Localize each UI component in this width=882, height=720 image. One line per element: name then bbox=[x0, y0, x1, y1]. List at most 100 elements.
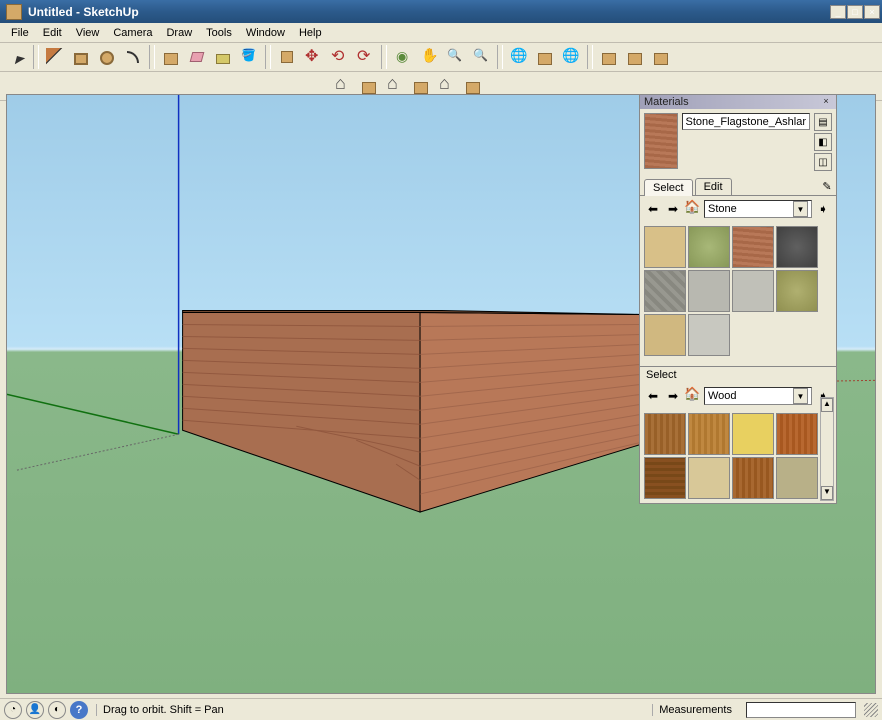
menu-window[interactable]: Window bbox=[239, 25, 292, 41]
material-swatch[interactable] bbox=[732, 270, 774, 312]
chevron-down-icon: ▼ bbox=[793, 388, 808, 404]
paint-bucket-tool[interactable] bbox=[237, 45, 261, 69]
stone-swatches bbox=[640, 222, 836, 360]
share-model-tool[interactable] bbox=[623, 45, 647, 69]
arc-tool[interactable] bbox=[121, 45, 145, 69]
measurements-input[interactable] bbox=[746, 702, 856, 718]
globe-arrow-icon bbox=[562, 48, 580, 66]
toggle-terrain-tool[interactable] bbox=[533, 45, 557, 69]
measurements-label: Measurements bbox=[652, 704, 738, 716]
material-swatch[interactable] bbox=[688, 270, 730, 312]
materials-panel-titlebar[interactable]: Materials × bbox=[640, 95, 836, 109]
material-swatch[interactable] bbox=[776, 457, 818, 499]
get-models-tool[interactable] bbox=[597, 45, 621, 69]
claim-credit-icon[interactable]: ◐ bbox=[48, 701, 66, 719]
circle-tool[interactable] bbox=[95, 45, 119, 69]
minimize-button[interactable]: _ bbox=[830, 5, 846, 19]
menu-draw[interactable]: Draw bbox=[159, 25, 199, 41]
instructor-help-button[interactable]: ? bbox=[70, 701, 88, 719]
right-view-icon bbox=[414, 82, 428, 94]
nav-home-button[interactable] bbox=[684, 200, 702, 218]
material-swatch[interactable] bbox=[688, 226, 730, 268]
scroll-down-button[interactable]: ▼ bbox=[821, 486, 833, 500]
material-swatch[interactable] bbox=[732, 413, 774, 455]
library-dropdown-value-2: Wood bbox=[708, 390, 737, 402]
rectangle-tool[interactable] bbox=[69, 45, 93, 69]
window-title: Untitled - SketchUp bbox=[26, 5, 829, 19]
scroll-up-button[interactable]: ▲ bbox=[821, 398, 833, 412]
photo-textures-tool[interactable] bbox=[559, 45, 583, 69]
push-pull-icon bbox=[281, 51, 293, 63]
default-material-button[interactable]: ◫ bbox=[814, 153, 832, 171]
library-dropdown-stone[interactable]: Stone ▼ bbox=[704, 200, 812, 218]
push-pull-tool[interactable] bbox=[275, 45, 299, 69]
material-swatch[interactable] bbox=[644, 413, 686, 455]
material-swatch[interactable] bbox=[732, 226, 774, 268]
nav-forward-button[interactable]: ➡ bbox=[664, 200, 682, 218]
nav-back-button[interactable]: ⬅ bbox=[644, 200, 662, 218]
materials-panel[interactable]: Materials × Stone_Flagstone_Ashlar ▤ ◧ ◫… bbox=[639, 94, 837, 504]
iso-icon bbox=[334, 77, 352, 95]
rotate-tool[interactable] bbox=[327, 45, 351, 69]
maximize-button[interactable]: □ bbox=[847, 5, 863, 19]
eraser-icon bbox=[190, 52, 205, 62]
eraser-tool[interactable] bbox=[185, 45, 209, 69]
rotate-icon bbox=[330, 48, 348, 66]
material-swatch[interactable] bbox=[732, 457, 774, 499]
resize-grip[interactable] bbox=[864, 703, 878, 717]
toolbar-separator bbox=[497, 45, 503, 69]
tape-measure-tool[interactable] bbox=[211, 45, 235, 69]
material-swatch[interactable] bbox=[644, 270, 686, 312]
menu-help[interactable]: Help bbox=[292, 25, 329, 41]
offset-tool[interactable] bbox=[353, 45, 377, 69]
window-titlebar: Untitled - SketchUp _ □ × bbox=[0, 0, 882, 23]
menu-bar: File Edit View Camera Draw Tools Window … bbox=[0, 23, 882, 43]
geolocation-status-icon[interactable]: ◔ bbox=[4, 701, 22, 719]
sample-paint-button[interactable]: ✎ bbox=[818, 177, 836, 195]
offset-icon bbox=[356, 48, 374, 66]
material-swatch[interactable] bbox=[776, 226, 818, 268]
material-swatch[interactable] bbox=[644, 457, 686, 499]
material-swatch[interactable] bbox=[688, 413, 730, 455]
extension-warehouse-tool[interactable] bbox=[649, 45, 673, 69]
status-bar: ◔ 👤 ◐ ? Drag to orbit. Shift = Pan Measu… bbox=[0, 698, 882, 720]
credits-status-icon[interactable]: 👤 bbox=[26, 701, 44, 719]
nav-forward-button-2[interactable]: ➡ bbox=[664, 387, 682, 405]
add-location-tool[interactable] bbox=[507, 45, 531, 69]
zoom-extents-tool[interactable] bbox=[469, 45, 493, 69]
menu-file[interactable]: File bbox=[4, 25, 36, 41]
menu-camera[interactable]: Camera bbox=[106, 25, 159, 41]
material-swatch[interactable] bbox=[688, 457, 730, 499]
material-swatch[interactable] bbox=[644, 314, 686, 356]
orbit-tool[interactable] bbox=[391, 45, 415, 69]
move-tool[interactable] bbox=[301, 45, 325, 69]
display-secondary-pane-button[interactable]: ▤ bbox=[814, 113, 832, 131]
materials-close-button[interactable]: × bbox=[820, 96, 832, 108]
nav-back-button-2[interactable]: ⬅ bbox=[644, 387, 662, 405]
pan-tool[interactable] bbox=[417, 45, 441, 69]
swatch-scrollbar[interactable]: ▲ ▼ bbox=[820, 397, 834, 501]
materials-select-tab[interactable]: Select bbox=[644, 179, 693, 196]
current-material-preview[interactable] bbox=[644, 113, 678, 169]
arrow-icon bbox=[8, 48, 26, 66]
current-material-name[interactable]: Stone_Flagstone_Ashlar bbox=[682, 113, 810, 130]
rectangle-icon bbox=[74, 53, 88, 65]
materials-edit-tab[interactable]: Edit bbox=[695, 178, 732, 195]
material-swatch[interactable] bbox=[776, 413, 818, 455]
close-button[interactable]: × bbox=[864, 5, 880, 19]
material-swatch[interactable] bbox=[776, 270, 818, 312]
menu-view[interactable]: View bbox=[69, 25, 107, 41]
zoom-tool[interactable] bbox=[443, 45, 467, 69]
select-tool[interactable] bbox=[5, 45, 29, 69]
material-swatch[interactable] bbox=[644, 226, 686, 268]
details-menu-button[interactable]: ➧ bbox=[814, 200, 832, 218]
material-swatch[interactable] bbox=[688, 314, 730, 356]
nav-home-button-2[interactable] bbox=[684, 387, 702, 405]
make-component-tool[interactable] bbox=[159, 45, 183, 69]
library-dropdown-wood[interactable]: Wood ▼ bbox=[704, 387, 812, 405]
line-tool[interactable] bbox=[43, 45, 67, 69]
menu-tools[interactable]: Tools bbox=[199, 25, 239, 41]
create-material-button[interactable]: ◧ bbox=[814, 133, 832, 151]
menu-edit[interactable]: Edit bbox=[36, 25, 69, 41]
status-hint: Drag to orbit. Shift = Pan bbox=[96, 704, 648, 716]
